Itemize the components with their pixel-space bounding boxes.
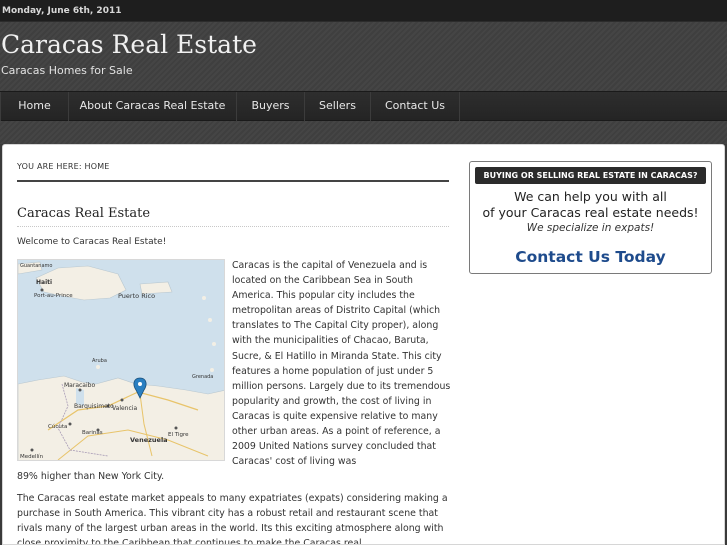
widget-line-2: of your Caracas real estate needs! xyxy=(482,205,699,220)
map-svg: Guantanamo Haiti Port-au-Prince Puerto R… xyxy=(18,260,224,460)
map-label-venezuela: Venezuela xyxy=(130,436,168,444)
content-area: YOU ARE HERE: HOME Caracas Real Estate W… xyxy=(2,144,725,545)
site-header: Caracas Real Estate Caracas Homes for Sa… xyxy=(0,22,727,91)
title-divider xyxy=(17,226,449,227)
map-label-port-au-prince: Port-au-Prince xyxy=(34,293,73,299)
site-title[interactable]: Caracas Real Estate xyxy=(1,30,257,59)
breadcrumb: YOU ARE HERE: HOME xyxy=(17,162,110,171)
widget-line-1: We can help you with all xyxy=(514,189,667,204)
top-bar: Monday, June 6th, 2011 xyxy=(0,0,727,22)
map-label-valencia: Valencia xyxy=(112,405,137,412)
welcome-text: Welcome to Caracas Real Estate! xyxy=(17,237,167,247)
map-label-haiti: Haiti xyxy=(36,279,52,286)
map-image: Guantanamo Haiti Port-au-Prince Puerto R… xyxy=(17,259,225,461)
site-tagline: Caracas Homes for Sale xyxy=(1,64,133,77)
post-title[interactable]: Caracas Real Estate xyxy=(17,206,150,221)
map-label-maracaibo: Maracaibo xyxy=(64,382,95,389)
intro-paragraph: Caracas is the capital of Venezuela and … xyxy=(232,260,451,468)
widget-line-3: We specialize in expats! xyxy=(526,222,655,234)
nav-item-buyers[interactable]: Buyers xyxy=(237,92,305,121)
current-date: Monday, June 6th, 2011 xyxy=(2,6,122,16)
map-label-guantanamo: Guantanamo xyxy=(20,263,52,269)
map-label-medellin: Medellín xyxy=(20,453,44,460)
nav-item-sellers[interactable]: Sellers xyxy=(305,92,371,121)
map-label-cucuta: Cúcuta xyxy=(48,423,67,430)
map-label-aruba: Aruba xyxy=(92,358,107,364)
widget-title: BUYING OR SELLING REAL ESTATE IN CARACAS… xyxy=(475,167,706,184)
header-band xyxy=(0,121,727,144)
main-nav: Home About Caracas Real Estate Buyers Se… xyxy=(0,91,727,121)
contact-widget: BUYING OR SELLING REAL ESTATE IN CARACAS… xyxy=(469,161,712,274)
contact-us-today-link[interactable]: Contact Us Today xyxy=(470,248,711,266)
map-label-el-tigre: El Tigre xyxy=(168,432,189,438)
breadcrumb-divider xyxy=(17,180,449,182)
market-paragraph: The Caracas real estate market appeals t… xyxy=(17,493,448,545)
nav-item-home[interactable]: Home xyxy=(0,92,69,121)
map-label-puerto-rico: Puerto Rico xyxy=(118,292,155,300)
nav-item-contact[interactable]: Contact Us xyxy=(371,92,460,121)
nav-item-about[interactable]: About Caracas Real Estate xyxy=(69,92,237,121)
map-label-barquisimeto: Barquisimeto xyxy=(74,403,114,410)
map-label-grenada: Grenada xyxy=(192,374,213,380)
intro-paragraph-tail: 89% higher than New York City. xyxy=(17,471,165,482)
map-label-barinas: Barinas xyxy=(82,430,103,436)
